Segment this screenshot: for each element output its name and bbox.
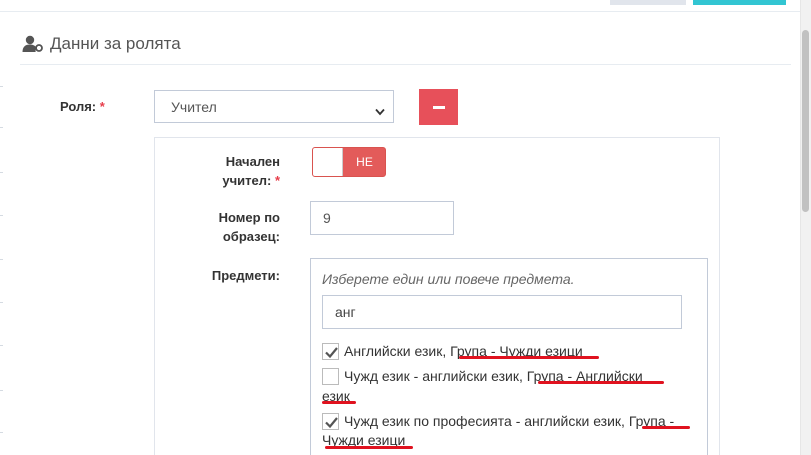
top-secondary-button[interactable] bbox=[610, 0, 686, 5]
toggle-state-label: НЕ bbox=[356, 155, 373, 169]
role-select-value: Учител bbox=[171, 98, 217, 115]
number-label-line1: Номер по bbox=[218, 210, 280, 225]
annotation-underline bbox=[459, 356, 599, 359]
section-divider bbox=[20, 64, 791, 65]
page-scrollbar[interactable] bbox=[800, 0, 811, 455]
role-label: Роля: * bbox=[60, 97, 124, 116]
gutter-mark bbox=[0, 172, 3, 173]
check-icon bbox=[325, 347, 338, 359]
main-teacher-toggle[interactable]: НЕ bbox=[312, 147, 386, 177]
section-header: Данни за ролята bbox=[22, 30, 181, 58]
annotation-underline bbox=[642, 426, 690, 429]
role-select[interactable]: Учител bbox=[154, 90, 394, 123]
gutter-mark bbox=[0, 127, 3, 128]
gutter-mark bbox=[0, 86, 3, 87]
main-teacher-label-line1: Начален bbox=[225, 154, 280, 169]
annotation-underline bbox=[325, 446, 413, 449]
user-key-icon bbox=[22, 35, 44, 53]
role-label-text: Роля: bbox=[60, 99, 97, 114]
gutter-mark bbox=[0, 215, 3, 216]
minus-icon bbox=[432, 105, 445, 109]
main-teacher-label-line2: учител: bbox=[222, 173, 272, 188]
remove-role-button[interactable] bbox=[419, 89, 458, 125]
check-icon bbox=[325, 417, 338, 429]
number-input[interactable]: 9 bbox=[310, 201, 454, 235]
subjects-placeholder: Изберете един или повече предмета. bbox=[322, 271, 575, 287]
subjects-search-input[interactable]: анг bbox=[322, 295, 682, 329]
gutter-mark bbox=[0, 345, 3, 346]
annotation-underline bbox=[322, 401, 356, 404]
section-title: Данни за ролята bbox=[50, 34, 181, 53]
number-label-line2: образец: bbox=[222, 229, 280, 244]
required-asterisk: * bbox=[99, 99, 105, 114]
gutter-mark bbox=[0, 302, 3, 303]
subjects-label: Предмети: bbox=[211, 268, 280, 283]
top-primary-button[interactable] bbox=[693, 0, 786, 5]
number-label: Номер по образец: bbox=[196, 208, 280, 246]
subject-checkbox-1[interactable] bbox=[322, 343, 339, 360]
required-asterisk: * bbox=[274, 173, 280, 188]
gutter-mark bbox=[0, 432, 3, 433]
toggle-knob bbox=[313, 148, 343, 176]
chevron-down-icon bbox=[375, 103, 385, 116]
gutter-mark bbox=[0, 390, 3, 391]
main-teacher-label: Начален учител: * bbox=[196, 152, 280, 190]
gutter-mark bbox=[0, 259, 3, 260]
subject-checkbox-3[interactable] bbox=[322, 413, 339, 430]
scrollbar-thumb[interactable] bbox=[802, 30, 809, 212]
annotation-underline bbox=[538, 381, 664, 384]
subject-checkbox-2[interactable] bbox=[322, 368, 339, 385]
